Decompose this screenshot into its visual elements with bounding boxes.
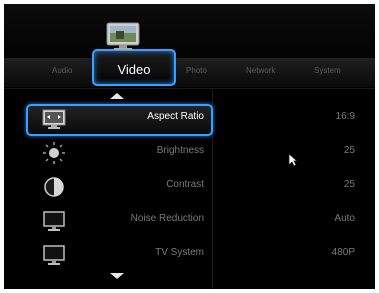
- tab-network[interactable]: Network: [246, 66, 275, 75]
- setting-row-aspect-ratio[interactable]: Aspect Ratio 16:9: [4, 103, 375, 136]
- settings-screen: Audio Video Photo Network System Aspect …: [4, 4, 375, 289]
- brightness-icon: [43, 142, 65, 164]
- scroll-down-arrow-icon[interactable]: [110, 273, 124, 279]
- tv-icon: [43, 245, 65, 265]
- setting-label: Aspect Ratio: [147, 111, 204, 122]
- tab-system[interactable]: System: [314, 66, 341, 75]
- setting-row-brightness[interactable]: Brightness 25: [4, 137, 375, 167]
- setting-label: Brightness: [156, 145, 204, 156]
- setting-label: Contrast: [166, 179, 204, 190]
- contrast-icon: [44, 177, 64, 197]
- setting-value: 25: [343, 145, 355, 156]
- setting-row-tv-system[interactable]: TV System 480P: [4, 239, 375, 269]
- setting-value: Auto: [334, 213, 355, 224]
- setting-label: TV System: [155, 247, 204, 258]
- setting-value: 16:9: [335, 111, 355, 122]
- tab-audio[interactable]: Audio: [52, 66, 72, 75]
- scroll-up-arrow-icon[interactable]: [110, 93, 124, 99]
- tab-photo[interactable]: Photo: [186, 66, 207, 75]
- setting-label: Noise Reduction: [130, 213, 204, 224]
- monitor-icon: [43, 211, 65, 231]
- header-divider: [4, 88, 375, 89]
- tab-video-label: Video: [117, 62, 151, 77]
- setting-row-contrast[interactable]: Contrast 25: [4, 171, 375, 201]
- tab-video[interactable]: Video: [92, 49, 176, 86]
- setting-value: 25: [343, 179, 355, 190]
- mouse-pointer-icon: [288, 153, 298, 167]
- setting-value: 480P: [331, 247, 355, 258]
- aspect-ratio-icon: [42, 109, 66, 129]
- setting-row-noise-reduction[interactable]: Noise Reduction Auto: [4, 205, 375, 235]
- video-tab-icon: [106, 22, 140, 50]
